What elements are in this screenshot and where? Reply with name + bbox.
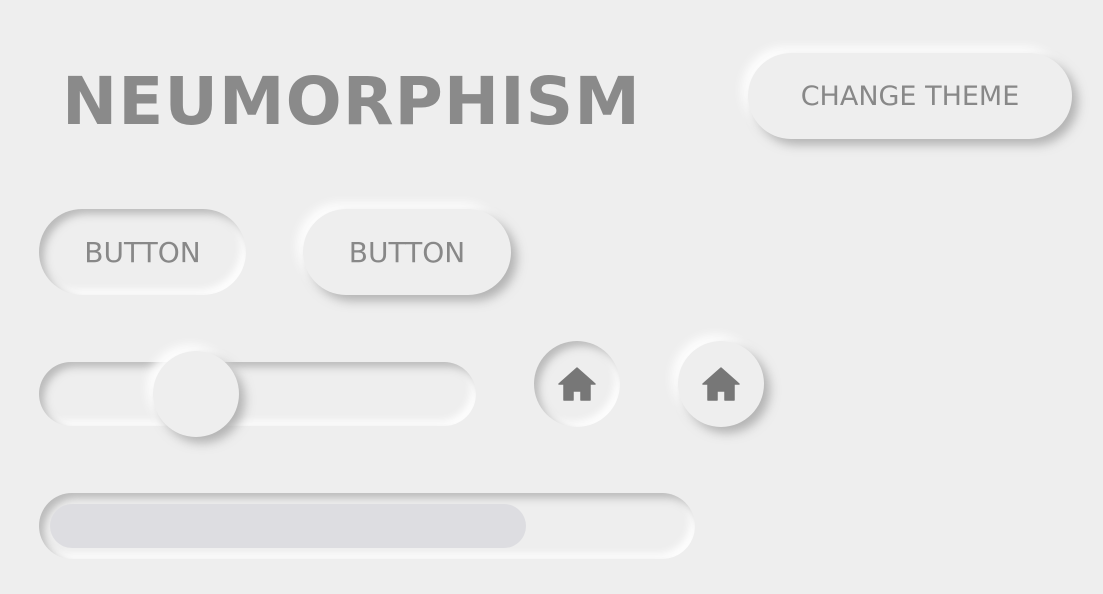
button-pressed[interactable]: BUTTON xyxy=(39,209,246,295)
home-button-pressed[interactable] xyxy=(534,341,620,427)
slider-track[interactable] xyxy=(39,362,476,426)
page-title: NEUMORPHISM xyxy=(62,63,641,140)
progress-bar xyxy=(39,493,695,559)
home-icon xyxy=(555,362,599,406)
button-raised[interactable]: BUTTON xyxy=(303,209,511,295)
progress-fill xyxy=(50,504,526,548)
slider-thumb[interactable] xyxy=(153,351,240,437)
change-theme-button[interactable]: CHANGE THEME xyxy=(748,53,1072,139)
home-icon xyxy=(699,362,743,406)
home-button-raised[interactable] xyxy=(678,341,764,427)
